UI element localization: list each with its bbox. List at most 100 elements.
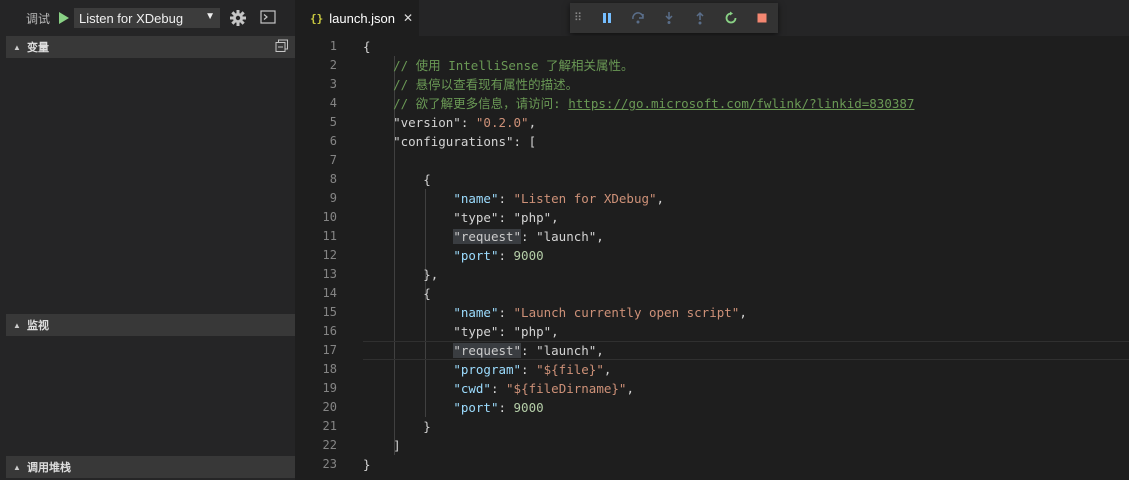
section-variables-label: 变量 xyxy=(27,42,49,54)
code-token: "version": xyxy=(363,115,476,130)
code-token: // 悬停以查看现有属性的描述。 xyxy=(393,77,579,92)
code-text: "program": "${file}", xyxy=(363,360,611,379)
debug-config-select[interactable]: Listen for XDebug ▼ xyxy=(74,8,220,28)
code-line: 9 "name": "Listen for XDebug", xyxy=(295,189,1129,208)
code-text: "port": 9000 xyxy=(363,398,544,417)
code-line: 8 { xyxy=(295,170,1129,189)
line-number: 13 xyxy=(322,267,337,281)
code-token: "type": "php", xyxy=(363,324,559,339)
watch-panel xyxy=(6,336,295,456)
code-line: 18 "program": "${file}", xyxy=(295,360,1129,379)
collapse-all-button[interactable] xyxy=(275,39,289,53)
code-token: "request" xyxy=(453,229,522,244)
step-into-button[interactable] xyxy=(654,3,685,33)
code-line: 3 // 悬停以查看现有属性的描述。 xyxy=(295,75,1129,94)
restart-button[interactable] xyxy=(716,3,747,33)
close-icon[interactable]: ✕ xyxy=(403,11,413,25)
open-launch-json-button[interactable] xyxy=(229,9,247,27)
line-number: 5 xyxy=(329,115,337,129)
step-over-button[interactable] xyxy=(623,3,654,33)
code-line: 11 "request": "launch", xyxy=(295,227,1129,246)
code-token: "configurations": [ xyxy=(363,134,537,149)
pause-button[interactable] xyxy=(591,3,622,33)
code-token: : xyxy=(498,191,514,206)
code-token: , xyxy=(739,305,747,320)
code-text: { xyxy=(363,37,371,56)
code-line: 1{ xyxy=(295,37,1129,56)
section-callstack-header[interactable]: ▲ 调用堆栈 xyxy=(6,456,295,478)
code-token: : xyxy=(521,362,537,377)
line-number: 17 xyxy=(322,343,337,357)
stop-icon xyxy=(757,13,767,23)
line-number: 7 xyxy=(329,153,337,167)
debug-console-button[interactable] xyxy=(260,10,276,26)
play-icon xyxy=(59,12,69,24)
code-text: // 悬停以查看现有属性的描述。 xyxy=(363,75,578,94)
code-text: }, xyxy=(363,265,438,284)
code-token: : xyxy=(498,305,514,320)
code-text: "version": "0.2.0", xyxy=(363,113,536,132)
line-number: 15 xyxy=(322,305,337,319)
code-text: { xyxy=(363,170,431,189)
code-text: // 欲了解更多信息，请访问: https://go.microsoft.com… xyxy=(363,94,914,113)
expand-triangle-icon: ▲ xyxy=(13,320,21,330)
code-text: "type": "php", xyxy=(363,208,559,227)
debug-view-title: 调试 xyxy=(26,11,51,26)
code-text: } xyxy=(363,417,431,436)
code-text: ] xyxy=(363,436,401,455)
code-line: 12 "port": 9000 xyxy=(295,246,1129,265)
debug-sidebar: 调试 Listen for XDebug ▼ ▲ 变量 ▲ 监视 ▲ 调用堆栈 xyxy=(0,0,295,480)
code-token: 9000 xyxy=(513,400,544,415)
line-number: 3 xyxy=(329,77,337,91)
line-number: 10 xyxy=(322,210,337,224)
code-line: 21 } xyxy=(295,417,1129,436)
code-token: } xyxy=(363,457,371,472)
code-token: : xyxy=(498,400,514,415)
code-token: } xyxy=(363,419,431,434)
code-line: 23} xyxy=(295,455,1129,474)
drag-handle-icon[interactable]: ⠿ xyxy=(574,13,591,24)
code-token: "port" xyxy=(453,400,499,415)
code-text: "request": "launch", xyxy=(363,341,604,360)
terminal-icon xyxy=(260,10,276,24)
start-debugging-button[interactable] xyxy=(55,9,73,27)
tab-launch-json[interactable]: {} launch.json ✕ xyxy=(295,0,419,36)
section-watch-header[interactable]: ▲ 监视 xyxy=(6,314,295,336)
code-line: 19 "cwd": "${fileDirname}", xyxy=(295,379,1129,398)
code-text: "name": "Listen for XDebug", xyxy=(363,189,664,208)
line-number: 4 xyxy=(329,96,337,110)
code-token: : "launch", xyxy=(521,343,604,358)
code-token: "port" xyxy=(453,248,499,263)
stop-button[interactable] xyxy=(747,3,778,33)
code-token[interactable]: https://go.microsoft.com/fwlink/?linkid=… xyxy=(568,96,914,111)
code-token: }, xyxy=(363,267,439,282)
variables-panel xyxy=(6,58,295,314)
config-selected-value: Listen for XDebug xyxy=(79,10,184,26)
code-editor[interactable]: 1{2 // 使用 IntelliSense 了解相关属性。 3 // 悬停以查看… xyxy=(295,36,1129,480)
step-out-button[interactable] xyxy=(685,3,716,33)
floating-debug-toolbar: ⠿ xyxy=(570,3,778,33)
code-token: 9000 xyxy=(513,248,544,263)
code-text: "name": "Launch currently open script", xyxy=(363,303,747,322)
code-line: 10 "type": "php", xyxy=(295,208,1129,227)
code-token: "name" xyxy=(453,191,499,206)
step-over-icon xyxy=(632,12,644,24)
line-number: 22 xyxy=(322,438,337,452)
code-token: "type": "php", xyxy=(363,210,559,225)
line-number: 16 xyxy=(322,324,337,338)
code-token: , xyxy=(656,191,665,206)
code-token: "name" xyxy=(453,305,499,320)
gear-icon xyxy=(230,10,246,26)
code-text: // 使用 IntelliSense 了解相关属性。 xyxy=(363,56,633,75)
code-line: 13 }, xyxy=(295,265,1129,284)
code-text: "configurations": [ xyxy=(363,132,536,151)
section-variables-header[interactable]: ▲ 变量 xyxy=(6,36,295,58)
code-line: 15 "name": "Launch currently open script… xyxy=(295,303,1129,322)
step-out-icon xyxy=(696,11,704,25)
